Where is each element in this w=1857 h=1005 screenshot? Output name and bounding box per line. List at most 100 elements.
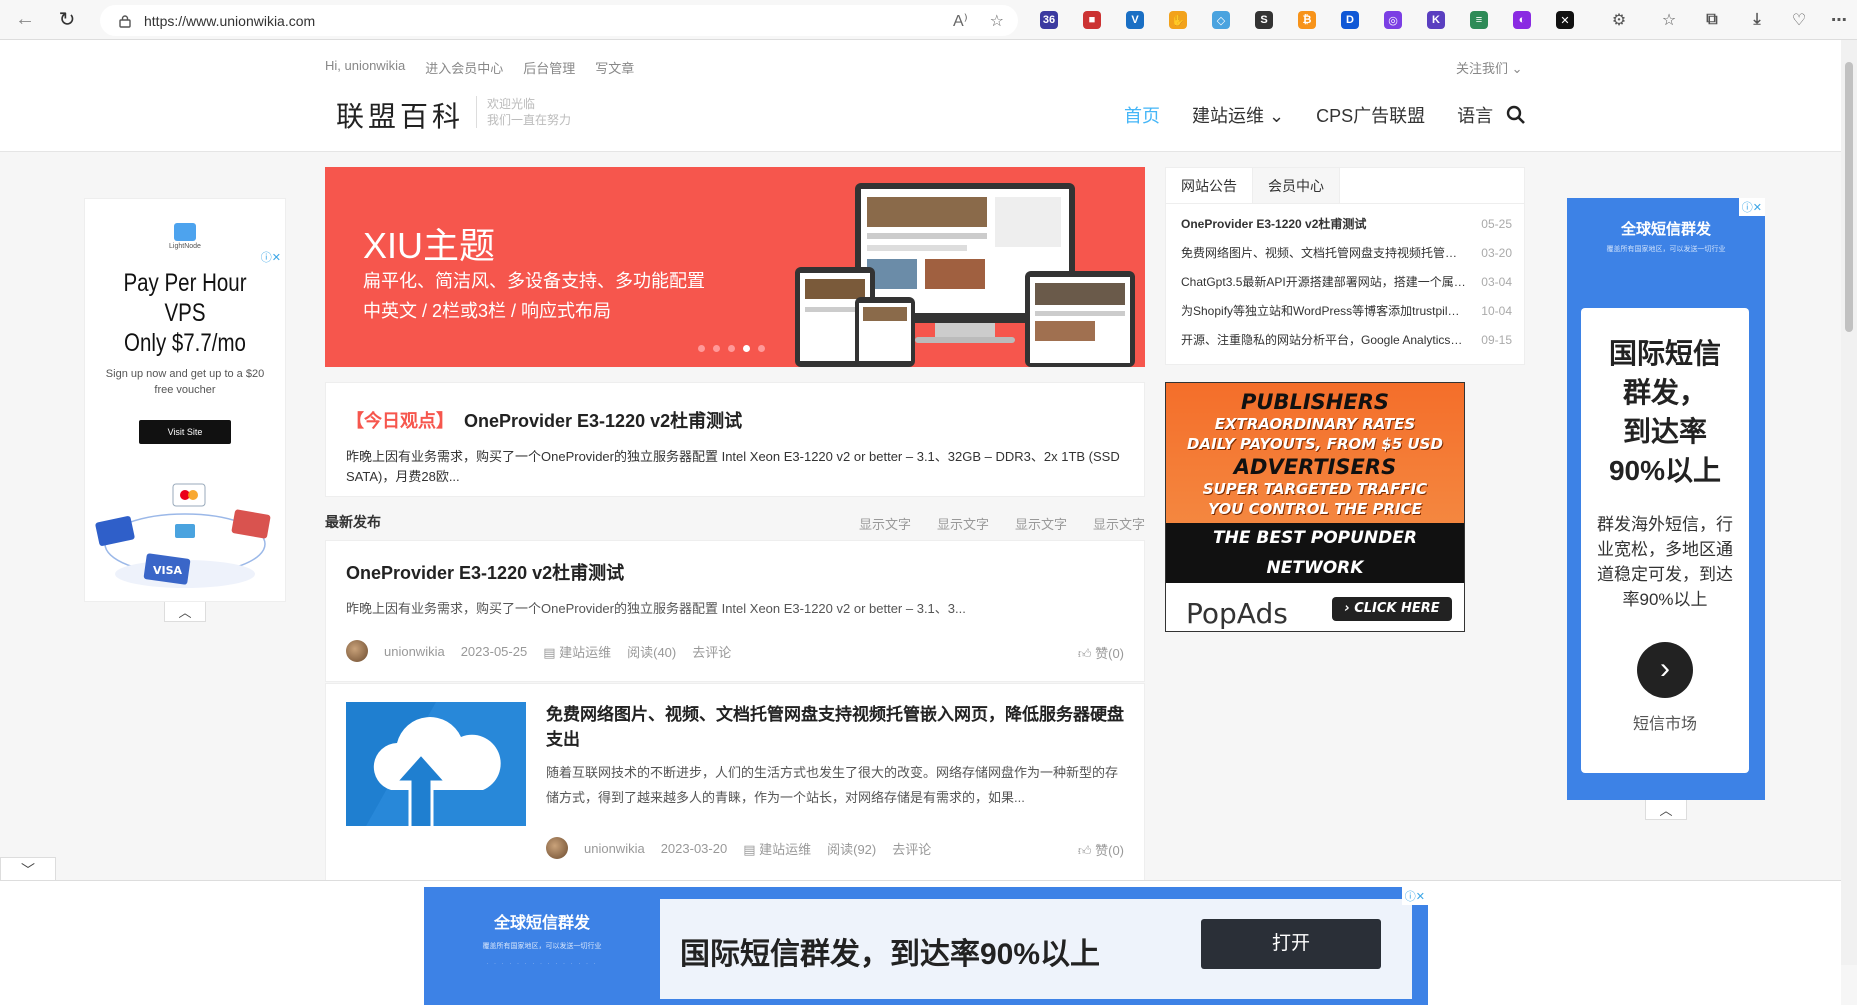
avatar[interactable] [546, 837, 568, 859]
latest-link-3[interactable]: 显示文字 [1015, 514, 1067, 533]
read-aloud-icon[interactable]: A⁾ [953, 11, 968, 31]
member-center-link[interactable]: 进入会员中心 [425, 58, 503, 77]
popads-price: YOU CONTROL THE PRICE [1208, 500, 1422, 518]
post-title[interactable]: 免费网络图片、视频、文档托管网盘支持视频托管嵌入网页，降低服务器硬盘支出 [546, 702, 1126, 752]
ad-info-close-icon[interactable]: ⓘ✕ [1401, 887, 1428, 905]
notice-title[interactable]: 为Shopify等独立站和WordPress等博客添加trustpilot评论 [1181, 297, 1466, 326]
notice-title[interactable]: 开源、注重隐私的网站分析平台，Google Analytics替代方案 [1181, 326, 1466, 355]
nav-site-ops[interactable]: 建站运维 ⌄ [1192, 102, 1284, 128]
lightnode-logo: LightNode [85, 223, 285, 250]
post-comment-link[interactable]: 去评论 [692, 642, 731, 661]
post-author[interactable]: unionwikia [584, 841, 645, 856]
post-comment-link[interactable]: 去评论 [892, 839, 931, 858]
notice-title[interactable]: OneProvider E3-1220 v2杜甫测试 [1181, 210, 1466, 239]
post-excerpt: 随着互联网技术的不断进步，人们的生活方式也发生了很大的改变。网络存储网盘作为一种… [546, 765, 1119, 805]
page-scrollbar[interactable] [1841, 40, 1857, 965]
ext-flag-icon[interactable]: ■ [1083, 11, 1101, 29]
banner-dot[interactable] [698, 345, 705, 352]
ext-s-icon[interactable]: S [1255, 11, 1273, 29]
open-button[interactable]: 打开 [1201, 919, 1381, 969]
notice-title[interactable]: ChatGpt3.5最新API开源搭建部署网站，搭建一个属于自己的ChatGpt [1181, 268, 1466, 297]
bottom-ad[interactable]: 全球短信群发 覆盖所有国家地区，可以发送一切行业 · · · · · · · ·… [424, 887, 1428, 1005]
notice-title[interactable]: 免费网络图片、视频、文档托管网盘支持视频托管嵌入网页，降低服务器硬盘支出 [1181, 239, 1466, 268]
banner-dot[interactable] [728, 345, 735, 352]
address-bar[interactable]: https://www.unionwikia.com A⁾ ☆ [100, 5, 1018, 36]
right-sidebar-ad[interactable]: ⓘ✕ 全球短信群发 覆盖所有国家地区，可以发送一切行业 国际短信 群发， 到达率… [1567, 198, 1765, 800]
ext-orb-icon[interactable]: ◐ [1513, 11, 1531, 29]
nav-cps-ads[interactable]: CPS广告联盟 [1316, 102, 1425, 128]
like-count: 赞(0) [1095, 646, 1124, 661]
notice-item[interactable]: 为Shopify等独立站和WordPress等博客添加trustpilot评论 1… [1181, 297, 1512, 326]
ext-hand-icon[interactable]: ✋ [1169, 11, 1187, 29]
post-meta: unionwikia 2023-05-25 ▤ 建站运维 阅读(40) 去评论 [346, 640, 731, 662]
search-icon[interactable] [1506, 105, 1526, 125]
notice-item[interactable]: 开源、注重隐私的网站分析平台，Google Analytics替代方案 09-15 [1181, 326, 1512, 355]
ext-x-icon[interactable]: ✕ [1556, 11, 1574, 29]
post-views: 阅读(40) [627, 644, 677, 660]
notice-item[interactable]: 免费网络图片、视频、文档托管网盘支持视频托管嵌入网页，降低服务器硬盘支出 03-2… [1181, 239, 1512, 268]
tab-member-center[interactable]: 会员中心 [1253, 168, 1340, 203]
banner-pagination[interactable] [698, 345, 765, 352]
latest-link-2[interactable]: 显示文字 [937, 514, 989, 533]
banner-dot[interactable] [758, 345, 765, 352]
today-opinion-card[interactable]: 【今日观点】 OneProvider E3-1220 v2杜甫测试 昨晚上因有业务… [325, 382, 1145, 497]
payment-cards-illustration: VISA [95, 483, 271, 588]
post-author[interactable]: unionwikia [384, 644, 445, 659]
ext-d-icon[interactable]: D [1341, 11, 1359, 29]
site-logo[interactable]: 联盟百科 [336, 95, 464, 135]
latest-link-1[interactable]: 显示文字 [859, 514, 911, 533]
ext-v-icon[interactable]: V [1126, 11, 1144, 29]
avatar[interactable] [346, 640, 368, 662]
post-thumbnail[interactable] [346, 702, 526, 826]
post-item[interactable]: 免费网络图片、视频、文档托管网盘支持视频托管嵌入网页，降低服务器硬盘支出 随着互… [325, 683, 1145, 883]
ad-info-close-icon[interactable]: ⓘ✕ [261, 249, 281, 265]
write-article-link[interactable]: 写文章 [595, 58, 634, 77]
today-title[interactable]: OneProvider E3-1220 v2杜甫测试 [464, 411, 742, 431]
popads-click-here-button[interactable]: › CLICK HERE [1332, 597, 1452, 621]
post-title[interactable]: OneProvider E3-1220 v2杜甫测试 [346, 561, 1124, 586]
left-sidebar-ad[interactable]: LightNode ⓘ✕ Pay Per Hour VPS Only $7.7/… [84, 198, 286, 602]
arrow-right-icon[interactable]: › [1637, 642, 1693, 698]
like-button[interactable]: 👍︎ 赞(0) [1078, 643, 1124, 662]
ext-drop-icon[interactable]: ◇ [1212, 11, 1230, 29]
menu-icon[interactable]: ⋯ [1830, 11, 1848, 29]
notice-item[interactable]: ChatGpt3.5最新API开源搭建部署网站，搭建一个属于自己的ChatGpt… [1181, 268, 1512, 297]
tab-site-notice[interactable]: 网站公告 [1166, 168, 1253, 203]
refresh-icon[interactable]: ↻ [50, 3, 84, 37]
nav-language[interactable]: 语言 [1457, 102, 1493, 128]
favorites-icon[interactable]: ☆ [1660, 11, 1678, 29]
post-category[interactable]: ▤ 建站运维 [743, 839, 811, 858]
right-ad-small-text: 群发海外短信，行业宽松，多地区通道稳定可发，到达率90%以上 [1597, 515, 1733, 609]
ext-k-icon[interactable]: K [1427, 11, 1445, 29]
extensions-puzzle-icon[interactable]: ⚙ [1610, 11, 1628, 29]
downloads-icon[interactable]: ⤓ [1748, 11, 1766, 29]
hero-banner[interactable]: XIU主题 扁平化、简洁风、多设备支持、多功能配置 中英文 / 2栏或3栏 / … [325, 167, 1145, 367]
bottom-ad-toggle-button[interactable]: ﹀ [0, 857, 56, 881]
notice-item[interactable]: OneProvider E3-1220 v2杜甫测试 05-25 [1181, 210, 1512, 239]
collections-icon[interactable]: ⧉ [1703, 11, 1721, 29]
right-ad-card: 国际短信 群发， 到达率 90%以上 群发海外短信，行业宽松，多地区通道稳定可发… [1581, 308, 1749, 773]
favorite-star-icon[interactable]: ☆ [990, 11, 1004, 31]
nav-home[interactable]: 首页 [1124, 102, 1160, 128]
performance-icon[interactable]: ♡ [1790, 11, 1808, 29]
post-category[interactable]: ▤ 建站运维 [543, 642, 611, 661]
visit-site-button[interactable]: Visit Site [139, 420, 231, 444]
post-date: 2023-03-20 [660, 840, 728, 856]
ext-mortarboard-icon[interactable]: 36 [1040, 11, 1058, 29]
popads-ad[interactable]: PUBLISHERS EXTRAORDINARY RATES DAILY PAY… [1165, 382, 1465, 632]
admin-link[interactable]: 后台管理 [523, 58, 575, 77]
ext-bitcoin-icon[interactable]: ₿ [1298, 11, 1316, 29]
like-button[interactable]: 👍︎ 赞(0) [1078, 840, 1124, 859]
scrollbar-thumb[interactable] [1845, 62, 1853, 332]
post-item[interactable]: OneProvider E3-1220 v2杜甫测试 昨晚上因有业务需求，购买了… [325, 540, 1145, 682]
left-ad-collapse-button[interactable]: ︿ [164, 602, 206, 622]
banner-dot[interactable] [713, 345, 720, 352]
ad-info-close-icon[interactable]: ⓘ✕ [1738, 198, 1765, 216]
latest-link-4[interactable]: 显示文字 [1093, 514, 1145, 533]
banner-dot[interactable] [743, 345, 750, 352]
follow-us-dropdown[interactable]: 关注我们 ⌄ [1456, 58, 1523, 77]
ext-stack-icon[interactable]: ≡ [1470, 11, 1488, 29]
right-ad-collapse-button[interactable]: ︿ [1645, 800, 1687, 820]
back-icon[interactable]: ← [8, 3, 42, 37]
ext-circle-purple-icon[interactable]: ◎ [1384, 11, 1402, 29]
